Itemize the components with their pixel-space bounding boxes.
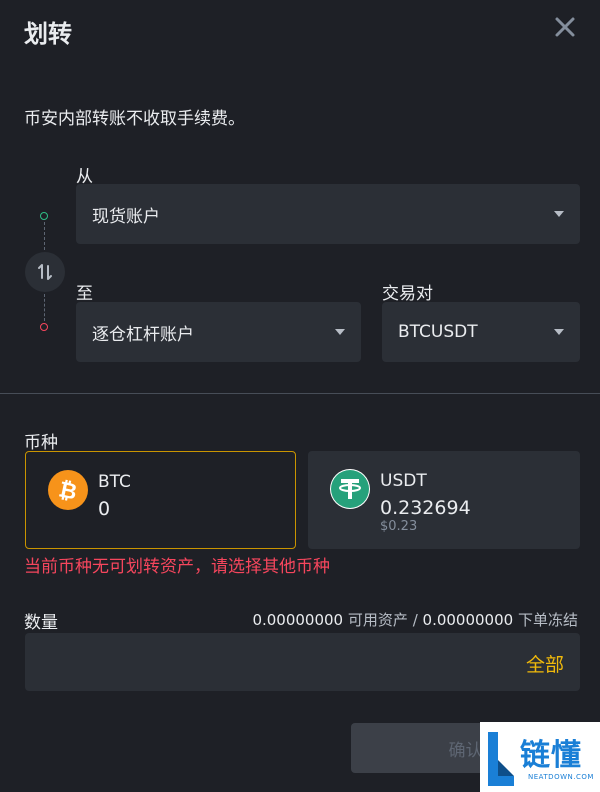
rail-line-top [44, 222, 45, 250]
watermark-l-icon [488, 732, 514, 786]
fee-notice: 币安内部转账不收取手续费。 [24, 109, 245, 129]
close-button[interactable] [552, 14, 578, 40]
to-label: 至 [76, 284, 93, 304]
swap-accounts-button[interactable] [25, 252, 65, 292]
bitcoin-icon: ₿ [48, 470, 88, 510]
quantity-label: 数量 [24, 613, 58, 633]
chevron-down-icon [335, 329, 345, 335]
balance-separator: / [412, 611, 418, 629]
from-dot-icon [40, 212, 48, 220]
no-asset-error: 当前币种无可划转资产，请选择其他币种 [24, 557, 330, 577]
max-all-button[interactable]: 全部 [526, 650, 564, 677]
svg-text:₿: ₿ [56, 477, 79, 505]
watermark-subtext: NEATDOWN.COM [528, 773, 594, 781]
chevron-down-icon [554, 329, 564, 335]
quantity-input[interactable] [39, 633, 483, 693]
coin-amount: 0 [98, 498, 111, 520]
coin-fiat-value: $0.23 [380, 519, 418, 534]
chevron-down-icon [554, 211, 564, 217]
pair-label: 交易对 [382, 284, 433, 304]
pair-select[interactable]: BTCUSDT [382, 302, 580, 362]
coin-amount: 0.232694 [380, 497, 471, 519]
from-account-select[interactable]: 现货账户 [76, 184, 580, 244]
coin-card-usdt[interactable]: USDT 0.232694 $0.23 [308, 451, 580, 549]
watermark-text: 链懂 [520, 738, 582, 773]
swap-arrows-icon [38, 264, 52, 280]
coin-label: 币种 [24, 433, 58, 453]
to-account-select[interactable]: 逐仓杠杆账户 [76, 302, 361, 362]
coin-name: BTC [98, 472, 131, 492]
pair-value: BTCUSDT [398, 322, 478, 342]
tether-icon [330, 469, 370, 509]
transfer-dialog: 划转 币安内部转账不收取手续费。 从 现货账户 至 逐仓杠杆账户 交易对 BTC… [0, 0, 600, 792]
coin-card-btc[interactable]: ₿ BTC 0 [25, 451, 296, 549]
frozen-label: 下单冻结 [517, 611, 578, 629]
page-title: 划转 [24, 20, 72, 48]
section-divider [0, 393, 600, 394]
from-account-value: 现货账户 [92, 206, 160, 227]
balance-info: 0.00000000 可用资产 / 0.00000000 下单冻结 [252, 609, 578, 630]
to-dot-icon [40, 323, 48, 331]
frozen-amount: 0.00000000 [422, 611, 514, 629]
quantity-field[interactable]: 全部 [25, 633, 580, 693]
available-amount: 0.00000000 [252, 611, 344, 629]
to-account-value: 逐仓杠杆账户 [92, 324, 194, 345]
close-icon [555, 17, 575, 37]
available-label: 可用资产 [347, 611, 408, 629]
rail-line-bottom [44, 294, 45, 321]
watermark-logo: 链懂 NEATDOWN.COM [480, 722, 600, 792]
coin-name: USDT [380, 471, 427, 491]
